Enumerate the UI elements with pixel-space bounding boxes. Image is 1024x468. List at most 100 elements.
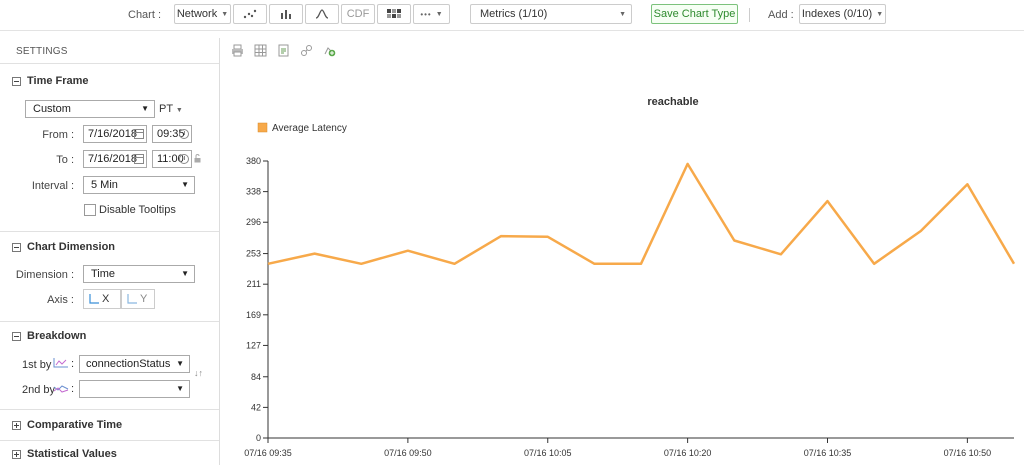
breakdown-first-icon — [53, 358, 68, 368]
first-breakdown-value: connectionStatus — [86, 358, 171, 370]
table-icon[interactable] — [254, 44, 267, 57]
comparative-time-header[interactable]: Comparative Time — [12, 419, 122, 431]
metrics-dropdown[interactable]: Metrics (1/10) ▼ — [470, 4, 632, 24]
time-range-value: Custom — [33, 103, 71, 115]
to-label: To : — [56, 154, 74, 166]
indexes-dropdown[interactable]: Indexes (0/10) ▼ — [799, 4, 886, 24]
curve-chart-button[interactable] — [305, 4, 339, 24]
scatter-chart-button[interactable] — [233, 4, 267, 24]
settings-sidebar: SETTINGS Time Frame Custom ▼ PT ▼ From : … — [0, 38, 220, 465]
second-by-label: 2nd by — [22, 384, 56, 396]
bar-chart-icon — [281, 10, 291, 19]
chart-area: reachable Average Latency 0 42 84 127 169 211 25… — [220, 60, 1024, 465]
timezone-value: PT — [159, 103, 173, 115]
y-tick-label: 338 — [246, 187, 261, 197]
time-frame-heading: Time Frame — [27, 75, 89, 87]
print-icon[interactable] — [231, 44, 244, 57]
axis-icon — [89, 294, 99, 304]
x-tick-label: 07/16 09:35 — [244, 448, 292, 458]
y-tick-label: 211 — [247, 279, 261, 289]
cdf-button[interactable]: CDF — [341, 4, 375, 24]
second-breakdown-select[interactable]: ▼ — [79, 380, 190, 398]
swap-icon[interactable]: ↓↑ — [194, 368, 203, 378]
link-icon[interactable] — [300, 44, 313, 57]
statistical-values-header[interactable]: Statistical Values — [12, 448, 117, 460]
add-widget-icon[interactable] — [323, 44, 336, 57]
x-tick-label: 07/16 10:20 — [664, 448, 712, 458]
colon: : — [71, 358, 75, 370]
to-date-input[interactable]: 7/16/2018 — [83, 150, 147, 168]
collapse-icon — [12, 76, 21, 86]
timezone-dropdown[interactable]: PT ▼ — [159, 103, 183, 115]
expand-icon — [12, 449, 21, 459]
network-dropdown[interactable]: Network ▼ — [174, 4, 231, 24]
colon: : — [71, 383, 75, 395]
indexes-label: Indexes (0/10) — [801, 8, 873, 20]
breakdown-heading: Breakdown — [27, 330, 87, 342]
heatmap-icon — [387, 9, 401, 18]
axis-y-button[interactable]: Y — [121, 289, 155, 309]
axis-label: Axis : — [47, 294, 74, 306]
first-by-label: 1st by — [22, 359, 52, 371]
chart-toolbar: Chart : Network ▼ CDF ••• ▼ Metrics (1/10)… — [0, 0, 1024, 31]
axis-icon — [127, 294, 137, 304]
divider — [0, 409, 219, 410]
unlock-icon[interactable] — [194, 154, 201, 163]
from-time-input[interactable]: 09:35 — [152, 125, 192, 143]
to-time-input[interactable]: 11:00 — [152, 150, 192, 168]
disable-tooltips-label: Disable Tooltips — [99, 204, 176, 216]
more-charts-dropdown[interactable]: ••• ▼ — [413, 4, 450, 24]
settings-title: SETTINGS — [16, 46, 68, 57]
save-chart-type-button[interactable]: Save Chart Type — [651, 4, 738, 24]
toolbar-divider — [749, 8, 750, 22]
comparative-time-heading: Comparative Time — [27, 419, 123, 431]
interval-label: Interval : — [31, 180, 74, 192]
chart-label: Chart : — [128, 9, 162, 21]
chart-dimension-heading: Chart Dimension — [27, 241, 116, 253]
export-icon[interactable] — [277, 44, 290, 57]
axis-x-button[interactable]: X — [83, 289, 121, 309]
network-label: Network — [176, 8, 218, 20]
clock-icon[interactable] — [179, 154, 189, 164]
chart-dimension-header[interactable]: Chart Dimension — [12, 241, 115, 253]
y-tick-label: 296 — [246, 217, 261, 227]
y-tick-label: 127 — [246, 340, 261, 350]
time-frame-header[interactable]: Time Frame — [12, 75, 89, 87]
more-label: ••• — [420, 9, 432, 19]
y-tick-label: 84 — [251, 372, 261, 382]
clock-icon[interactable] — [179, 129, 189, 139]
time-range-select[interactable]: Custom ▼ — [25, 100, 155, 118]
breakdown-header[interactable]: Breakdown — [12, 330, 86, 342]
from-date-value: 7/16/2018 — [88, 128, 137, 140]
y-tick-label: 42 — [251, 402, 261, 412]
from-date-input[interactable]: 7/16/2018 — [83, 125, 147, 143]
legend-swatch — [257, 122, 268, 133]
interval-select[interactable]: 5 Min ▼ — [83, 176, 195, 194]
axis-x-label: X — [102, 293, 110, 305]
divider — [0, 440, 219, 441]
calendar-icon[interactable] — [134, 129, 144, 139]
disable-tooltips-checkbox[interactable] — [84, 204, 96, 216]
divider — [0, 63, 219, 64]
dimension-select[interactable]: Time ▼ — [83, 265, 195, 283]
heatmap-chart-button[interactable] — [377, 4, 411, 24]
from-label: From : — [42, 129, 74, 141]
y-tick-label: 253 — [246, 249, 261, 259]
metrics-label: Metrics (1/10) — [480, 8, 548, 20]
bar-chart-button[interactable] — [269, 4, 303, 24]
x-tick-label: 07/16 10:05 — [524, 448, 572, 458]
y-tick-label: 169 — [246, 310, 261, 320]
y-tick-label: 380 — [246, 156, 261, 166]
legend-label: Average Latency — [272, 123, 347, 134]
bell-curve-icon — [315, 9, 329, 19]
statistical-values-heading: Statistical Values — [27, 448, 117, 460]
breakdown-second-icon — [53, 385, 69, 393]
dimension-value: Time — [91, 268, 116, 280]
calendar-icon[interactable] — [134, 154, 144, 164]
collapse-icon — [12, 331, 21, 341]
add-label: Add : — [768, 9, 794, 21]
chart-title: reachable — [647, 96, 698, 108]
divider — [0, 321, 219, 322]
first-breakdown-select[interactable]: connectionStatus ▼ — [79, 355, 190, 373]
x-tick-label: 07/16 10:35 — [804, 448, 852, 458]
